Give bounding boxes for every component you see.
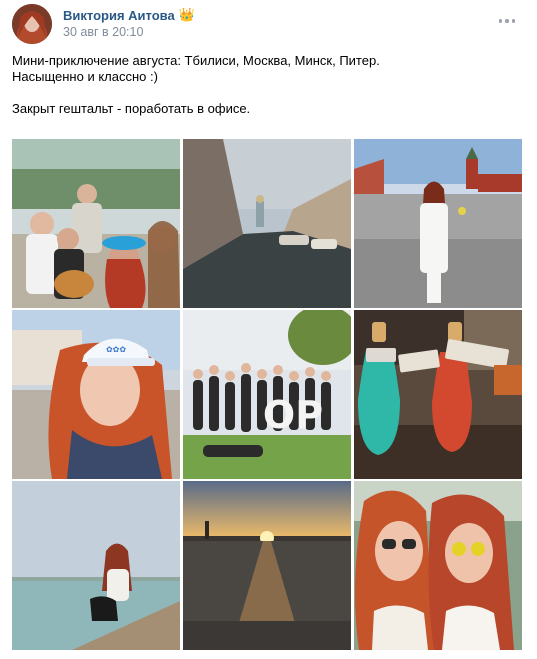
svg-text:✿✿✿: ✿✿✿ (106, 345, 126, 354)
photo-drink-bottles[interactable] (354, 310, 522, 479)
photo-red-square[interactable] (354, 139, 522, 308)
photo-two-women-selfie[interactable] (354, 481, 522, 650)
post-text: Мини-приключение августа: Tбилиси, Москв… (12, 53, 522, 117)
post-date[interactable]: 30 авг в 20:10 (63, 25, 143, 39)
post-text-line: Закрыт гештальт - поработать в офисе. (12, 101, 251, 116)
post-text-line: Мини-приключение августа: Tбилиси, Москв… (12, 53, 380, 68)
svg-text:ОР: ОР (263, 393, 323, 437)
author-name[interactable]: Виктория Аитова (63, 8, 175, 23)
photo-office-team[interactable]: ОР (183, 310, 351, 479)
photo-gallery: ✿✿✿ ОР (12, 139, 522, 650)
author-name-row: Виктория Аитова 👑 (63, 7, 195, 23)
photo-woman-pier[interactable] (12, 481, 180, 650)
wall-post: Виктория Аитова 👑 30 авг в 20:10 Мини-пр… (0, 0, 537, 659)
author-avatar[interactable] (12, 4, 52, 44)
photo-woman-cap[interactable]: ✿✿✿ (12, 310, 180, 479)
post-text-line: Насыщенно и классно :) (12, 69, 158, 84)
post-text-line (12, 85, 522, 101)
more-options-icon[interactable] (497, 14, 517, 28)
crown-icon: 👑 (178, 7, 195, 22)
photo-sunset[interactable] (183, 481, 351, 650)
photo-friends-with-dog[interactable] (12, 139, 180, 308)
photo-canal[interactable] (183, 139, 351, 308)
